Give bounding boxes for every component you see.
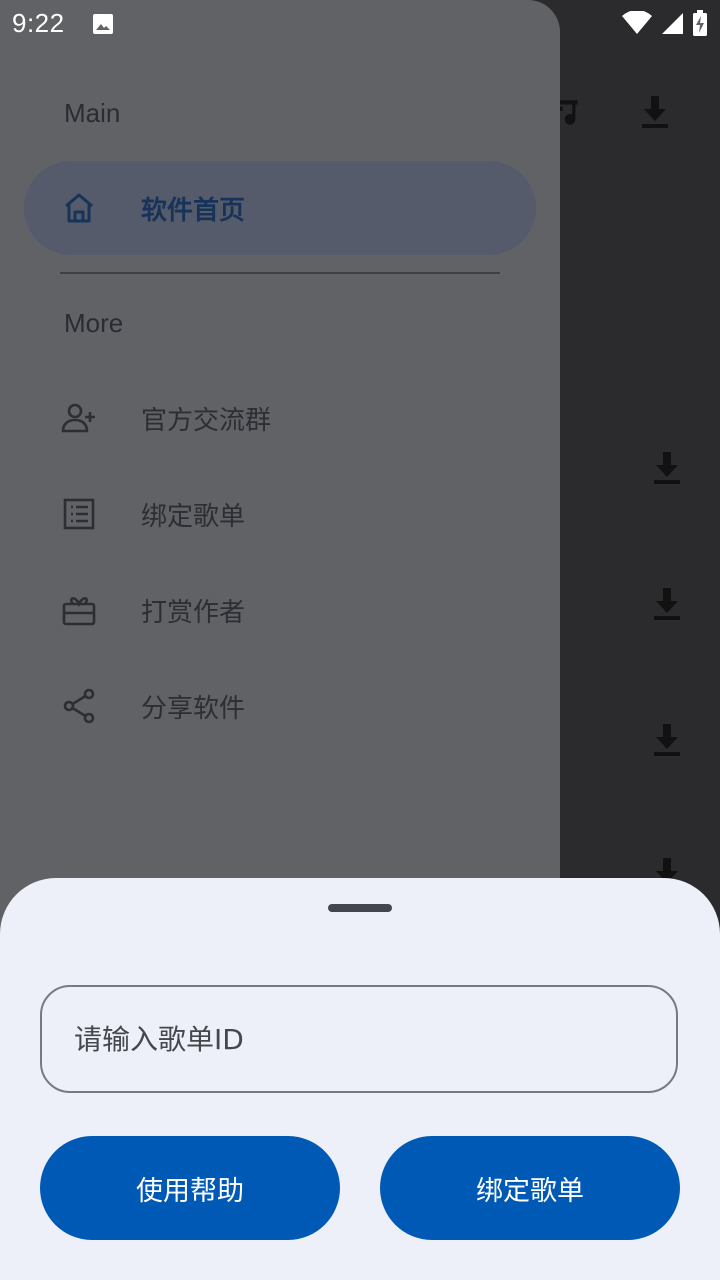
download-icon[interactable] (652, 450, 682, 484)
battery-icon (692, 10, 708, 36)
status-bar: 9:22 (0, 0, 720, 50)
drawer-item-label: 官方交流群 (141, 405, 272, 436)
drawer-item-label: 软件首页 (141, 195, 246, 226)
bind-playlist-button[interactable]: 绑定歌单 (380, 1136, 680, 1240)
playlist-id-input[interactable] (40, 985, 678, 1093)
status-icons (622, 10, 708, 36)
drawer-item-label: 分享软件 (141, 693, 246, 724)
download-icon[interactable] (652, 722, 682, 756)
drawer-item-donate[interactable]: 打赏作者 (24, 563, 536, 657)
list-icon (60, 495, 98, 533)
image-notification-icon (92, 13, 114, 35)
drawer-item-bind-playlist[interactable]: 绑定歌单 (24, 467, 536, 561)
download-icon[interactable] (652, 586, 682, 620)
drawer-item-share[interactable]: 分享软件 (24, 659, 536, 753)
sheet-drag-handle[interactable] (328, 904, 392, 912)
status-time: 9:22 (12, 8, 65, 38)
drawer-item-label: 打赏作者 (141, 597, 246, 628)
section-header-more: More (64, 308, 124, 338)
help-button[interactable]: 使用帮助 (40, 1136, 340, 1240)
drawer-item-home[interactable]: 软件首页 (24, 161, 536, 255)
home-icon (60, 189, 98, 227)
drawer-item-group[interactable]: 官方交流群 (24, 371, 536, 465)
bottom-sheet: 使用帮助 绑定歌单 (0, 878, 720, 1280)
section-header-main: Main (64, 98, 121, 128)
share-icon (60, 687, 98, 725)
gift-icon (60, 591, 98, 629)
drawer-item-label: 绑定歌单 (141, 501, 246, 532)
drawer-divider (60, 272, 500, 274)
signal-icon (660, 11, 684, 35)
download-icon[interactable] (640, 94, 670, 128)
add-person-icon (60, 399, 98, 437)
wifi-icon (622, 11, 652, 35)
